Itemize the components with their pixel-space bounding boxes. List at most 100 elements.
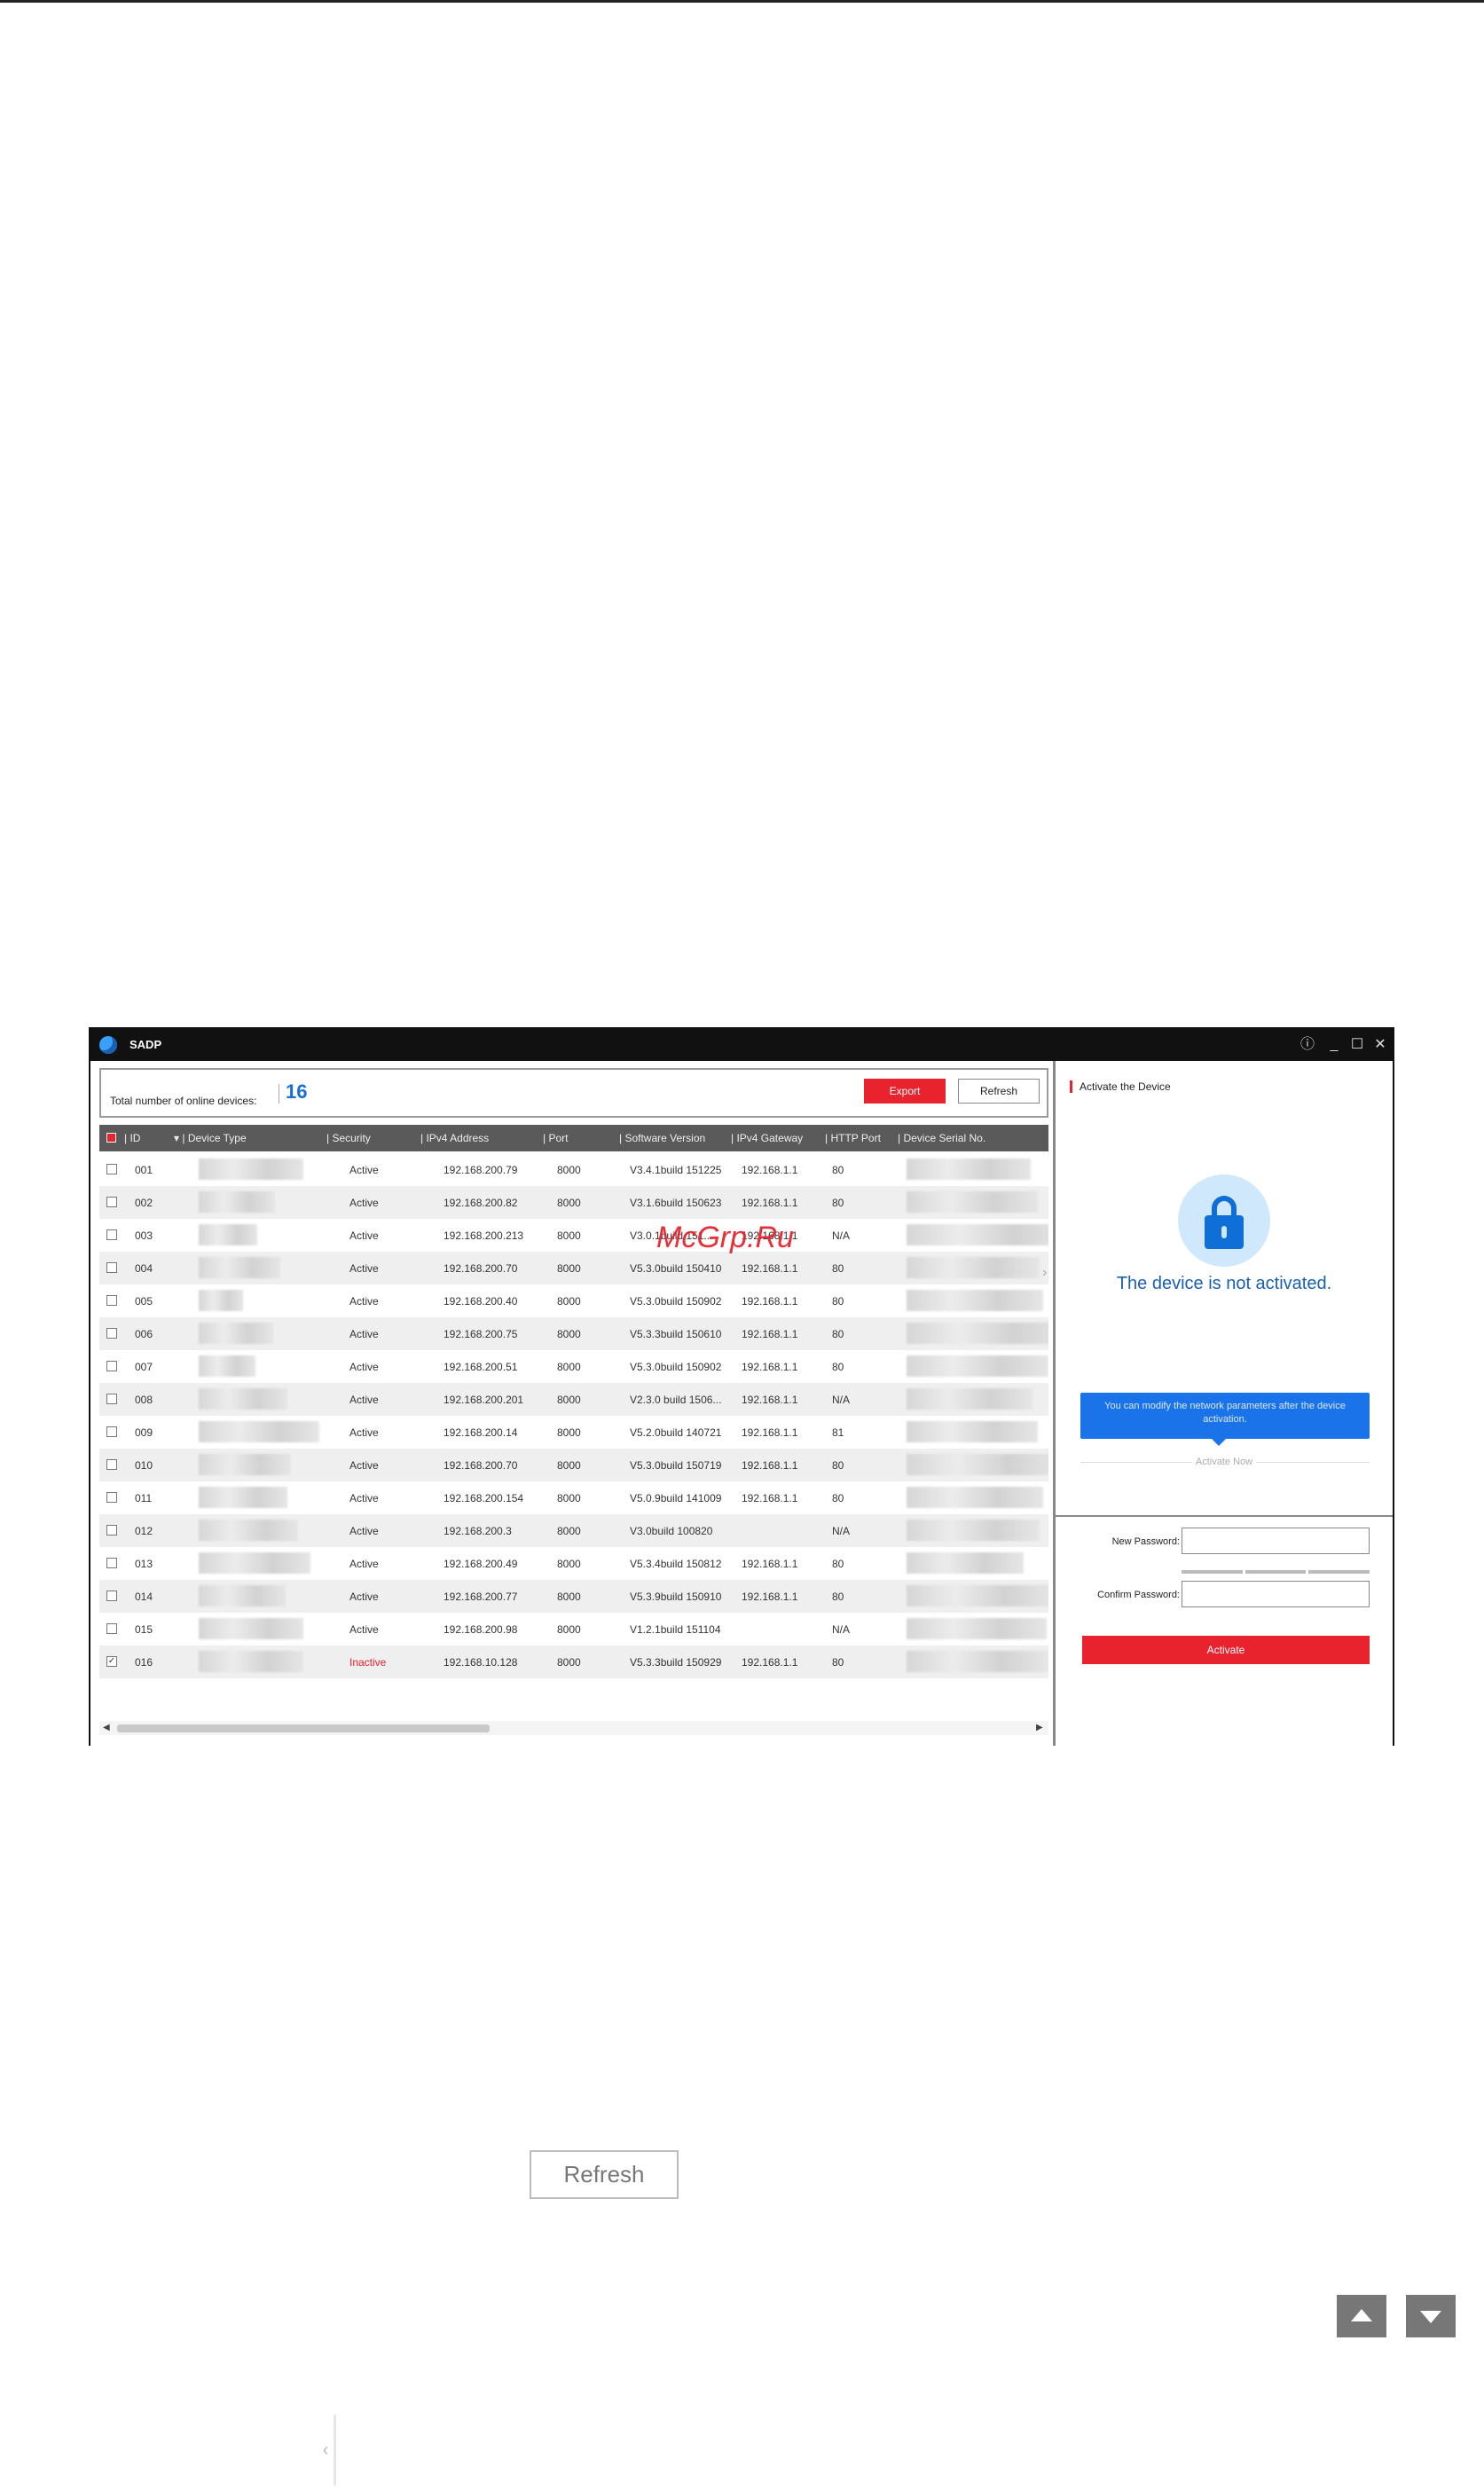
row-ipv4-gateway: 192.168.1.1 (742, 1328, 798, 1340)
select-all-checkbox[interactable] (106, 1133, 116, 1143)
row-checkbox[interactable] (106, 1328, 117, 1339)
row-serial-redacted (907, 1224, 1048, 1245)
export-button[interactable]: Export (864, 1079, 946, 1104)
row-http-port: 80 (832, 1591, 844, 1603)
info-icon[interactable]: ⓘ (1297, 1033, 1318, 1056)
row-checkbox[interactable] (106, 1164, 117, 1174)
table-row[interactable]: 014 Active 192.168.200.77 8000 V5.3.9build 1… (99, 1580, 1048, 1613)
row-port: 8000 (557, 1262, 581, 1275)
row-ipv4-gateway: 192.168.1.1 (742, 1656, 798, 1669)
row-software-version: V5.3.0build 150410 (630, 1262, 722, 1275)
password-form: New Password: Confirm Password: Activate (1056, 1515, 1393, 1746)
col-port[interactable]: | Port (543, 1132, 568, 1144)
close-icon[interactable]: ✕ (1370, 1033, 1391, 1056)
activate-button[interactable]: Activate (1082, 1636, 1370, 1664)
refresh-button[interactable]: Refresh (958, 1079, 1040, 1104)
col-security[interactable]: | Security (326, 1132, 371, 1144)
row-id: 010 (135, 1459, 153, 1472)
table-row[interactable]: 010 Active 192.168.200.70 8000 V5.3.0build 1… (99, 1449, 1048, 1481)
row-checkbox[interactable] (106, 1262, 117, 1273)
side-panel-handle-icon[interactable]: ‹ (318, 2415, 336, 2486)
row-checkbox[interactable]: ✓ (106, 1656, 117, 1667)
horizontal-scrollbar[interactable]: ◀ ▶ (99, 1721, 1048, 1735)
scroll-right-icon[interactable]: ▶ (1036, 1723, 1043, 1732)
row-checkbox[interactable] (106, 1525, 117, 1536)
col-serial-no[interactable]: | Device Serial No. (898, 1132, 985, 1144)
row-security: Active (349, 1459, 379, 1472)
scroll-up-button[interactable] (1337, 2295, 1386, 2337)
row-ipv4-address: 192.168.200.98 (444, 1623, 518, 1636)
row-id: 005 (135, 1295, 153, 1308)
table-row[interactable]: 011 Active 192.168.200.154 8000 V5.0.9build … (99, 1481, 1048, 1514)
row-security: Active (349, 1229, 379, 1242)
col-id[interactable]: | ID (124, 1132, 140, 1144)
activate-now-link[interactable]: Activate Now (1056, 1457, 1393, 1467)
minimize-icon[interactable]: _ (1323, 1033, 1345, 1056)
col-ipv4-gateway[interactable]: | IPv4 Gateway (731, 1132, 803, 1144)
row-port: 8000 (557, 1623, 581, 1636)
table-row[interactable]: 002 Active 192.168.200.82 8000 V3.1.6build 1… (99, 1186, 1048, 1219)
row-serial-redacted (907, 1454, 1048, 1475)
tooltip-pointer (1212, 1439, 1226, 1446)
col-ipv4-address[interactable]: | IPv4 Address (420, 1132, 489, 1144)
row-ipv4-gateway: 192.168.1.1 (742, 1164, 798, 1176)
col-http-port[interactable]: | HTTP Port (825, 1132, 881, 1144)
row-checkbox[interactable] (106, 1197, 117, 1207)
row-id: 016 (135, 1656, 153, 1669)
row-security: Active (349, 1295, 379, 1308)
maximize-icon[interactable]: ☐ (1347, 1033, 1368, 1056)
row-checkbox[interactable] (106, 1361, 117, 1371)
new-password-input[interactable] (1182, 1528, 1370, 1554)
table-row[interactable]: 009 Active 192.168.200.14 8000 V5.2.0build 1… (99, 1416, 1048, 1449)
row-id: 013 (135, 1558, 153, 1570)
row-software-version: V5.3.3build 150610 (630, 1328, 722, 1340)
row-id: 003 (135, 1229, 153, 1242)
row-checkbox[interactable] (106, 1229, 117, 1240)
table-row[interactable]: 001 Active 192.168.200.79 8000 V3.4.1build 1… (99, 1153, 1048, 1186)
scroll-left-icon[interactable]: ◀ (103, 1723, 110, 1732)
table-row[interactable]: 015 Active 192.168.200.98 8000 V1.2.1build 1… (99, 1613, 1048, 1646)
activate-panel: Activate the Device The device is not ac… (1056, 1061, 1393, 1746)
row-software-version: V5.0.9build 141009 (630, 1492, 722, 1504)
row-checkbox[interactable] (106, 1295, 117, 1306)
table-row[interactable]: 013 Active 192.168.200.49 8000 V5.3.4build 1… (99, 1547, 1048, 1580)
row-http-port: N/A (832, 1394, 851, 1406)
row-serial-redacted (907, 1159, 1031, 1180)
row-software-version: V5.3.0build 150902 (630, 1295, 722, 1308)
window-title: SADP (130, 1038, 162, 1051)
table-row[interactable]: 006 Active 192.168.200.75 8000 V5.3.3build 1… (99, 1317, 1048, 1350)
table-row[interactable]: ✓ 016 Inactive 192.168.10.128 8000 V5.3.3buil… (99, 1646, 1048, 1678)
refresh-button-illustration[interactable]: Refresh (530, 2150, 679, 2199)
row-checkbox[interactable] (106, 1558, 117, 1568)
scrollbar-thumb[interactable] (117, 1724, 490, 1732)
row-serial-redacted (907, 1323, 1048, 1344)
row-serial-redacted (907, 1585, 1048, 1606)
row-ipv4-gateway: 192.168.1.1 (742, 1361, 798, 1373)
row-checkbox[interactable] (106, 1394, 117, 1404)
row-software-version: V5.2.0build 140721 (630, 1426, 722, 1439)
col-software-version[interactable]: | Software Version (619, 1132, 705, 1144)
table-row[interactable]: 007 Active 192.168.200.51 8000 V5.3.0build 1… (99, 1350, 1048, 1383)
row-http-port: 81 (832, 1426, 844, 1439)
table-row[interactable]: 005 Active 192.168.200.40 8000 V5.3.0build 1… (99, 1284, 1048, 1317)
row-ipv4-gateway: 192.168.1.1 (742, 1591, 798, 1603)
table-row[interactable]: 004 Active 192.168.200.70 8000 V5.3.0build 1… (99, 1252, 1048, 1284)
row-checkbox[interactable] (106, 1623, 117, 1634)
row-port: 8000 (557, 1525, 581, 1537)
row-device-type-redacted (199, 1454, 291, 1475)
col-device-type[interactable]: ▾ | Device Type (174, 1132, 247, 1144)
row-device-type-redacted (199, 1388, 287, 1410)
row-ipv4-gateway: 192.168.1.1 (742, 1558, 798, 1570)
row-id: 001 (135, 1164, 153, 1176)
scroll-down-button[interactable] (1406, 2295, 1456, 2337)
table-row[interactable]: 003 Active 192.168.200.213 8000 V3.0.1build … (99, 1219, 1048, 1252)
row-checkbox[interactable] (106, 1591, 117, 1601)
row-port: 8000 (557, 1591, 581, 1603)
table-row[interactable]: 008 Active 192.168.200.201 8000 V2.3.0 build… (99, 1383, 1048, 1416)
row-checkbox[interactable] (106, 1492, 117, 1503)
panel-collapse-icon[interactable]: › (1042, 1265, 1055, 1300)
confirm-password-input[interactable] (1182, 1581, 1370, 1607)
row-checkbox[interactable] (106, 1459, 117, 1470)
table-row[interactable]: 012 Active 192.168.200.3 8000 V3.0build 1008… (99, 1514, 1048, 1547)
row-checkbox[interactable] (106, 1426, 117, 1437)
